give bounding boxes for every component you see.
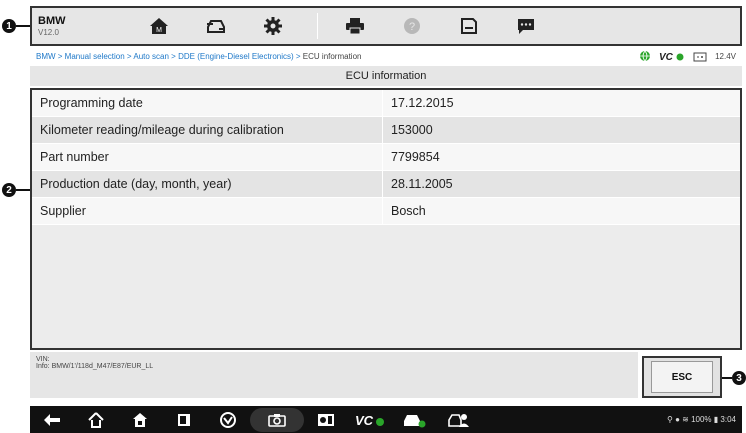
vehicle-swap-button[interactable] — [191, 11, 240, 41]
up-home-icon — [88, 411, 104, 428]
function-button-area: ESC — [642, 356, 722, 398]
vehicle-swap-icon — [206, 20, 225, 33]
table-row: Production date (day, month, year) 28.11.… — [32, 170, 740, 198]
callout-1: 1 — [2, 19, 30, 33]
location-icon: ⚲ — [666, 415, 673, 424]
esc-button[interactable]: ESC — [651, 361, 713, 393]
row-label: Programming date — [32, 90, 383, 117]
settings-button[interactable] — [248, 11, 297, 41]
home-icon — [133, 412, 147, 427]
brand-name: BMW — [38, 15, 66, 27]
page-title: ECU information — [30, 66, 742, 86]
callout-2: 2 — [2, 183, 30, 197]
battery-icon: ▮ — [713, 415, 719, 424]
notification-icon: ● — [675, 415, 680, 424]
remote-support-icon — [448, 413, 469, 427]
callout-number: 3 — [732, 371, 746, 385]
battery-voltage-icon — [693, 52, 707, 61]
row-label: Kilometer reading/mileage during calibra… — [32, 116, 383, 144]
help-icon: ? — [403, 18, 420, 34]
vehicle-connect-button[interactable] — [392, 406, 436, 433]
camera-icon — [268, 413, 286, 427]
row-value: 153000 — [382, 116, 740, 144]
print-icon — [345, 18, 364, 35]
breadcrumb-current: ECU information — [302, 51, 362, 61]
back-button[interactable] — [30, 406, 74, 433]
callout-line — [16, 25, 30, 27]
table-row: Kilometer reading/mileage during calibra… — [32, 116, 740, 144]
brand-version: V12.0 — [38, 28, 59, 37]
back-arrow-icon — [44, 413, 60, 426]
display-settings-button[interactable] — [304, 406, 348, 433]
maxisys-home-button[interactable] — [74, 406, 118, 433]
breadcrumb[interactable]: BMW > Manual selection > Auto scan > DDE… — [30, 52, 361, 61]
recent-apps-button[interactable] — [162, 406, 206, 433]
home-button[interactable]: M — [134, 11, 183, 41]
vin-label: VIN: — [36, 356, 50, 363]
chat-icon — [517, 19, 534, 34]
callout-line — [722, 377, 732, 379]
svg-text:?: ? — [408, 21, 414, 33]
toolbar-divider — [317, 13, 318, 39]
row-label: Production date (day, month, year) — [32, 170, 383, 198]
vci-icon: VC — [355, 413, 384, 427]
ecu-info-table: Programming date 17.12.2015 Kilometer rea… — [32, 90, 740, 225]
row-value: Bosch — [382, 197, 740, 225]
recent-apps-icon — [178, 413, 190, 426]
row-label: Supplier — [32, 197, 383, 225]
connection-status: VC 12.4V — [639, 50, 742, 62]
row-label: Part number — [32, 143, 383, 171]
svg-text:M: M — [156, 27, 162, 34]
vci-manager-button[interactable]: VC — [348, 406, 392, 433]
voltage-reading: 12.4V — [715, 51, 736, 61]
help-button[interactable]: ? — [387, 11, 436, 41]
home-icon: M — [149, 18, 168, 34]
ecu-info-table-area: Programming date 17.12.2015 Kilometer rea… — [30, 88, 742, 350]
android-home-button[interactable] — [118, 406, 162, 433]
screenshot-button[interactable] — [250, 407, 304, 432]
battery-percent: 100% — [691, 415, 712, 424]
table-row: Supplier Bosch — [32, 197, 740, 225]
print-button[interactable] — [330, 11, 379, 41]
clock: 3:04 — [720, 415, 736, 424]
table-row: Part number 7799854 — [32, 143, 740, 171]
row-value: 7799854 — [382, 143, 740, 171]
callout-3: 3 — [722, 371, 746, 385]
svg-text:VC: VC — [659, 52, 674, 62]
system-nav-bar: VC ⚲ ● ≋ 100% ▮ 3:04 — [30, 406, 742, 433]
svg-text:VC: VC — [355, 413, 374, 427]
save-icon — [460, 18, 477, 34]
row-value: 28.11.2005 — [382, 170, 740, 198]
table-row: Programming date 17.12.2015 — [32, 90, 740, 117]
brand-block: BMW V12.0 — [32, 15, 134, 37]
vin-info-panel: VIN: Info: BMW/1'/118d_M47/E87/EUR_LL — [30, 352, 638, 398]
remote-support-button[interactable] — [436, 406, 480, 433]
wifi-icon: ≋ — [682, 415, 689, 424]
breadcrumb-bar: BMW > Manual selection > Auto scan > DDE… — [30, 47, 742, 65]
brightness-icon — [318, 413, 334, 426]
network-globe-icon — [640, 50, 651, 62]
save-button[interactable] — [444, 11, 493, 41]
breadcrumb-path[interactable]: BMW > Manual selection > Auto scan > DDE… — [36, 52, 303, 61]
row-value: 17.12.2015 — [382, 90, 740, 117]
system-status-tray: ⚲ ● ≋ 100% ▮ 3:04 — [667, 415, 742, 424]
callout-number: 2 — [2, 183, 16, 197]
vci-status-icon: VC — [659, 52, 684, 62]
browser-button[interactable] — [206, 406, 250, 433]
vehicle-info: Info: BMW/1'/118d_M47/E87/EUR_LL — [36, 363, 154, 370]
chat-button[interactable] — [501, 11, 550, 41]
car-connect-icon — [404, 414, 426, 427]
top-toolbar: BMW V12.0 M ? — [30, 6, 742, 46]
browser-icon — [220, 411, 236, 428]
callout-number: 1 — [2, 19, 16, 33]
settings-icon — [263, 17, 282, 35]
callout-line — [16, 189, 30, 191]
